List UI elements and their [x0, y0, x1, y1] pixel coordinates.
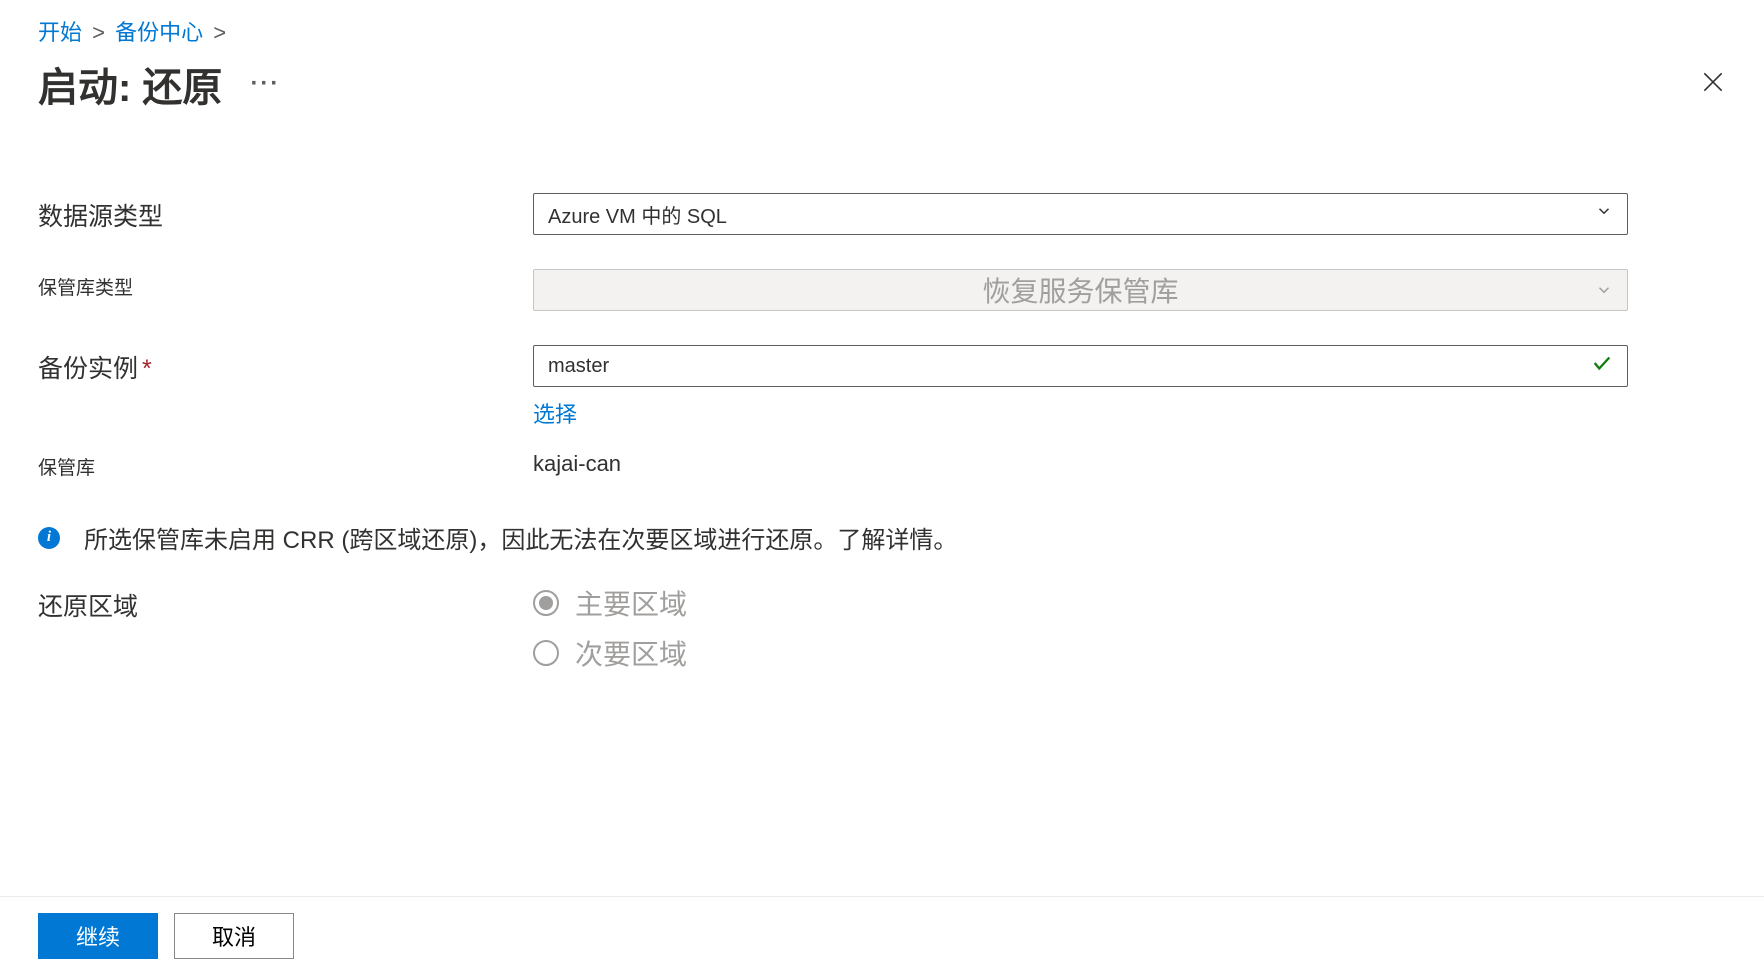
continue-button[interactable]: 继续	[38, 913, 158, 959]
radio-primary-label: 主要区域	[575, 583, 687, 623]
radio-secondary-label: 次要区域	[575, 633, 687, 673]
backup-instance-input[interactable]: master	[533, 345, 1628, 387]
info-message: 所选保管库未启用 CRR (跨区域还原)，因此无法在次要区域进行还原。了解详情。	[84, 520, 957, 555]
required-asterisk: *	[142, 355, 152, 383]
breadcrumb-sep: >	[92, 20, 105, 45]
breadcrumb-home[interactable]: 开始	[38, 20, 82, 45]
vault-value: kajai-can	[533, 449, 1628, 477]
close-icon[interactable]	[1692, 61, 1734, 108]
vault-type-select: 恢复服务保管库	[533, 269, 1628, 311]
radio-primary-region: 主要区域	[533, 583, 1628, 623]
info-icon: i	[38, 527, 60, 549]
chevron-down-icon	[1595, 274, 1613, 306]
page-title: 启动: 还原	[38, 55, 222, 113]
label-vault-type: 保管库类型	[38, 269, 533, 300]
backup-instance-value: master	[548, 355, 1591, 378]
breadcrumb: 开始 > 备份中心 >	[38, 15, 1726, 47]
datasource-type-value: Azure VM 中的 SQL	[548, 200, 727, 229]
select-link[interactable]: 选择	[533, 397, 577, 429]
label-restore-region: 还原区域	[38, 583, 533, 623]
breadcrumb-sep: >	[213, 20, 226, 45]
breadcrumb-backup-center[interactable]: 备份中心	[115, 20, 203, 45]
check-icon	[1591, 352, 1613, 380]
label-vault: 保管库	[38, 449, 533, 480]
chevron-down-icon	[1595, 202, 1613, 226]
radio-icon	[533, 640, 559, 666]
vault-type-value: 恢复服务保管库	[982, 270, 1178, 310]
cancel-button[interactable]: 取消	[174, 913, 294, 959]
datasource-type-select[interactable]: Azure VM 中的 SQL	[533, 193, 1628, 235]
label-datasource-type: 数据源类型	[38, 193, 533, 233]
radio-secondary-region: 次要区域	[533, 633, 1628, 673]
more-icon[interactable]: ···	[250, 70, 280, 98]
label-backup-instance: 备份实例*	[38, 345, 533, 385]
radio-icon	[533, 590, 559, 616]
